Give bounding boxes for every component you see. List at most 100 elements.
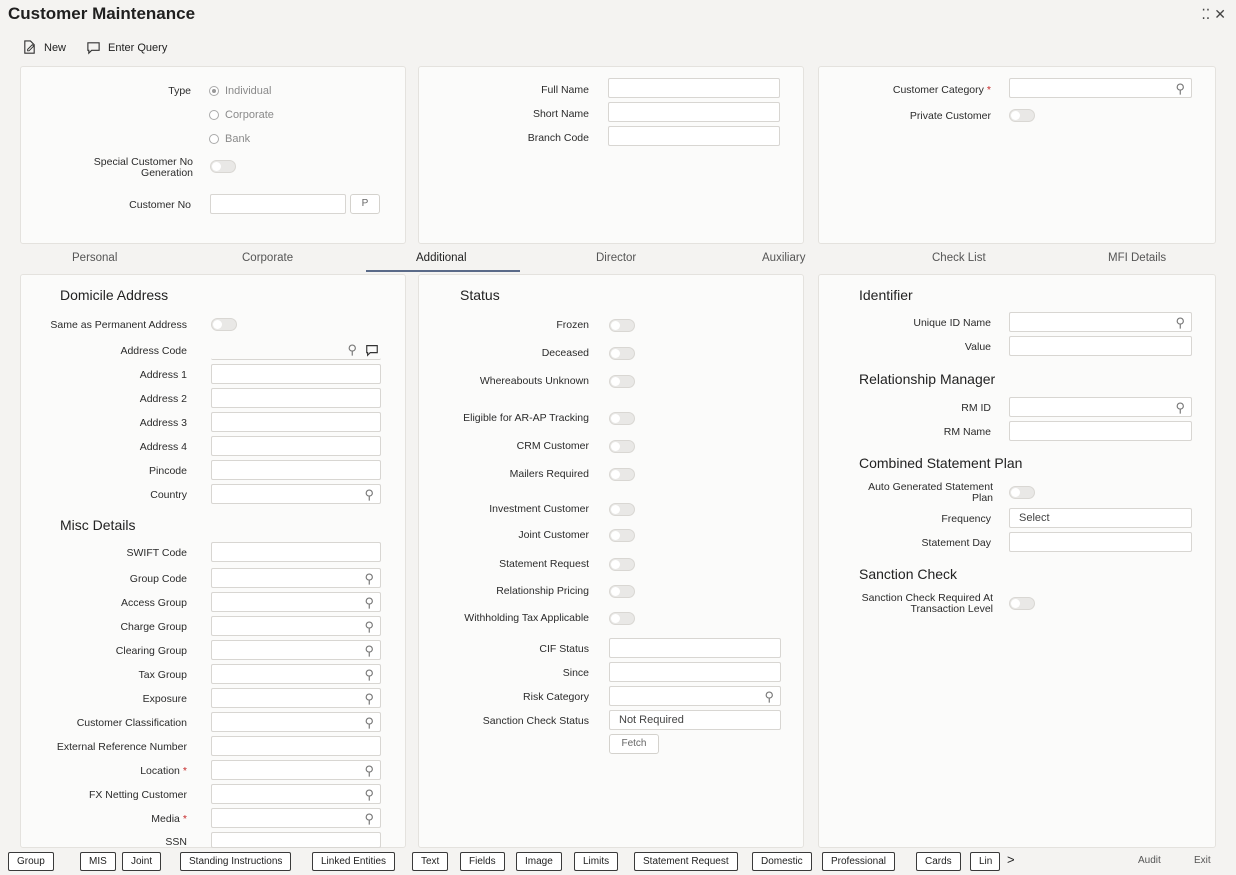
full-name-field[interactable] xyxy=(608,78,780,98)
risk-category-field[interactable]: ⚲ xyxy=(609,686,781,706)
search-icon[interactable]: ⚲ xyxy=(1175,315,1185,331)
customer-classification-field[interactable]: ⚲ xyxy=(211,712,381,732)
search-icon[interactable]: ⚲ xyxy=(1175,400,1185,416)
crm-toggle[interactable] xyxy=(609,440,635,453)
tab-corporate[interactable]: Corporate xyxy=(242,252,293,264)
search-icon[interactable]: ⚲ xyxy=(364,667,374,683)
links-button[interactable]: Lin xyxy=(970,852,1000,871)
branch-code-field[interactable] xyxy=(608,126,780,146)
search-icon[interactable]: ⚲ xyxy=(364,715,374,731)
customer-no-p-button[interactable]: P xyxy=(350,194,380,214)
search-icon[interactable]: ⚲ xyxy=(364,787,374,803)
group-button[interactable]: Group xyxy=(8,852,54,871)
exit-button[interactable]: Exit xyxy=(1186,852,1219,871)
joint-button[interactable]: Joint xyxy=(122,852,162,871)
unique-id-field[interactable]: ⚲ xyxy=(1009,312,1192,332)
value-field[interactable] xyxy=(1009,336,1192,356)
text-button[interactable]: Text xyxy=(412,852,449,871)
search-icon[interactable]: ⚲ xyxy=(347,342,357,358)
eligible-toggle[interactable] xyxy=(609,412,635,425)
search-icon[interactable]: ⚲ xyxy=(364,811,374,827)
tax-group-field[interactable]: ⚲ xyxy=(211,664,381,684)
tab-additional[interactable]: Additional xyxy=(416,252,467,264)
relationship-pricing-toggle[interactable] xyxy=(609,585,635,598)
radio-bank[interactable]: Bank xyxy=(209,133,250,145)
address4-field[interactable] xyxy=(211,436,381,456)
image-button[interactable]: Image xyxy=(516,852,562,871)
clearing-group-field[interactable]: ⚲ xyxy=(211,640,381,660)
message-icon[interactable] xyxy=(365,343,379,357)
withholding-toggle[interactable] xyxy=(609,612,635,625)
limits-button[interactable]: Limits xyxy=(574,852,619,871)
address1-field[interactable] xyxy=(211,364,381,384)
private-customer-toggle[interactable] xyxy=(1009,109,1035,122)
pincode-field[interactable] xyxy=(211,460,381,480)
since-field[interactable] xyxy=(609,662,781,682)
statement-request-button[interactable]: Statement Request xyxy=(634,852,738,871)
group-code-field[interactable]: ⚲ xyxy=(211,568,381,588)
chevron-right-icon[interactable]: > xyxy=(1007,852,1015,867)
whereabouts-toggle[interactable] xyxy=(609,375,635,388)
professional-button[interactable]: Professional xyxy=(822,852,896,871)
search-icon[interactable]: ⚲ xyxy=(1175,81,1185,97)
fx-netting-field[interactable]: ⚲ xyxy=(211,784,381,804)
charge-group-field[interactable]: ⚲ xyxy=(211,616,381,636)
close-icon[interactable]: ✕ xyxy=(1214,6,1226,23)
statement-request-toggle[interactable] xyxy=(609,558,635,571)
rm-id-field[interactable]: ⚲ xyxy=(1009,397,1192,417)
radio-individual[interactable]: Individual xyxy=(209,85,271,97)
customer-no-field[interactable] xyxy=(210,194,346,214)
standing-instructions-button[interactable]: Standing Instructions xyxy=(180,852,292,871)
swift-code-field[interactable] xyxy=(211,542,381,562)
domestic-button[interactable]: Domestic xyxy=(752,852,812,871)
joint-toggle[interactable] xyxy=(609,529,635,542)
tab-auxiliary[interactable]: Auxiliary xyxy=(762,252,805,264)
exposure-field[interactable]: ⚲ xyxy=(211,688,381,708)
tab-mfi-details[interactable]: MFI Details xyxy=(1108,252,1166,264)
short-name-field[interactable] xyxy=(608,102,780,122)
media-field[interactable]: ⚲ xyxy=(211,808,381,828)
tab-personal[interactable]: Personal xyxy=(72,252,117,264)
audit-button[interactable]: Audit xyxy=(1130,852,1169,871)
linked-entities-button[interactable]: Linked Entities xyxy=(312,852,396,871)
new-button[interactable]: New xyxy=(22,40,66,55)
statement-day-field[interactable] xyxy=(1009,532,1192,552)
rm-name-field[interactable] xyxy=(1009,421,1192,441)
search-icon[interactable]: ⚲ xyxy=(364,595,374,611)
tab-check-list[interactable]: Check List xyxy=(932,252,986,264)
mis-button[interactable]: MIS xyxy=(80,852,116,871)
special-customer-toggle[interactable] xyxy=(210,160,236,173)
cards-button[interactable]: Cards xyxy=(916,852,961,871)
sanction-status-field[interactable]: Not Required xyxy=(609,710,781,730)
address3-field[interactable] xyxy=(211,412,381,432)
cif-status-field[interactable] xyxy=(609,638,781,658)
search-icon[interactable]: ⚲ xyxy=(364,571,374,587)
customer-category-field[interactable]: ⚲ xyxy=(1009,78,1192,98)
frozen-toggle[interactable] xyxy=(609,319,635,332)
frequency-select[interactable]: Select xyxy=(1009,508,1192,528)
restore-icon[interactable]: ⁚⁚ xyxy=(1201,6,1210,23)
enter-query-button[interactable]: Enter Query xyxy=(86,40,167,55)
external-reference-field[interactable] xyxy=(211,736,381,756)
deceased-toggle[interactable] xyxy=(609,347,635,360)
mailers-toggle[interactable] xyxy=(609,468,635,481)
search-icon[interactable]: ⚲ xyxy=(364,619,374,635)
location-field[interactable]: ⚲ xyxy=(211,760,381,780)
radio-corporate[interactable]: Corporate xyxy=(209,109,274,121)
search-icon[interactable]: ⚲ xyxy=(364,763,374,779)
search-icon[interactable]: ⚲ xyxy=(364,643,374,659)
address2-field[interactable] xyxy=(211,388,381,408)
search-icon[interactable]: ⚲ xyxy=(364,691,374,707)
country-field[interactable]: ⚲ xyxy=(211,484,381,504)
search-icon[interactable]: ⚲ xyxy=(764,689,774,705)
fields-button[interactable]: Fields xyxy=(460,852,505,871)
auto-generated-toggle[interactable] xyxy=(1009,486,1035,499)
fetch-button[interactable]: Fetch xyxy=(609,734,659,754)
access-group-field[interactable]: ⚲ xyxy=(211,592,381,612)
ssn-field[interactable] xyxy=(211,832,381,848)
address-code-field[interactable]: ⚲ xyxy=(211,340,381,360)
search-icon[interactable]: ⚲ xyxy=(364,487,374,503)
sanction-required-toggle[interactable] xyxy=(1009,597,1035,610)
tab-director[interactable]: Director xyxy=(596,252,636,264)
same-as-permanent-toggle[interactable] xyxy=(211,318,237,331)
